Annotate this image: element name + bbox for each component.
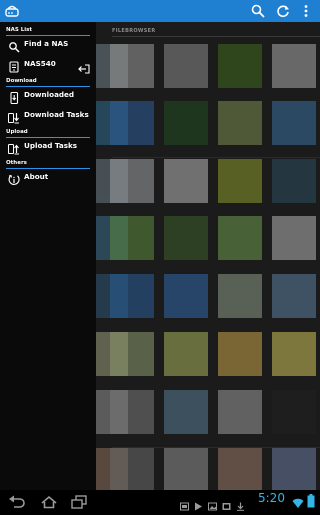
action-bar — [0, 0, 320, 22]
section-header-download: Download — [6, 78, 37, 84]
storage-icon — [180, 496, 189, 511]
gallery-icon — [208, 496, 217, 511]
thumbnail — [164, 332, 208, 376]
image-icon — [222, 496, 231, 510]
thumbnail — [164, 274, 208, 318]
thumbnail — [218, 159, 262, 203]
thumbnail — [272, 101, 316, 145]
download-tasks-icon — [8, 109, 20, 124]
thumbnail — [164, 390, 208, 434]
play-icon — [194, 496, 203, 511]
thumbnail — [110, 159, 154, 203]
divider — [112, 157, 320, 158]
thumbnail — [218, 448, 262, 490]
thumbnail — [110, 390, 154, 434]
search-icon[interactable] — [250, 3, 266, 19]
thumbnail — [164, 216, 208, 260]
navigation-drawer: NAS List Find a NAS NAS540 Download Down… — [0, 22, 96, 490]
file-browser-grid: FILEBROWSER — [96, 22, 320, 490]
app-logo-icon[interactable] — [4, 3, 20, 19]
back-icon[interactable] — [8, 494, 26, 508]
drawer-item-about[interactable]: About — [0, 169, 96, 185]
battery-icon — [307, 493, 315, 508]
thumbnail — [272, 159, 316, 203]
thumbnail — [110, 448, 154, 490]
nas-device-icon — [8, 58, 20, 73]
divider — [112, 36, 320, 37]
thumbnail — [272, 274, 316, 318]
thumbnail — [110, 274, 154, 318]
upload-tasks-icon — [8, 140, 20, 155]
thumbnail — [218, 390, 262, 434]
search-icon — [8, 38, 20, 53]
thumbnail — [164, 101, 208, 145]
wifi-icon — [292, 494, 304, 508]
thumbnail — [110, 44, 154, 88]
thumbnail — [164, 44, 208, 88]
thumbnail — [110, 101, 154, 145]
thumbnail — [272, 390, 316, 434]
system-bar: 5:20 — [0, 490, 320, 512]
thumbnail — [164, 448, 208, 490]
drawer-item-download-tasks[interactable]: Download Tasks — [0, 107, 96, 124]
phone-download-icon — [8, 89, 20, 105]
drawer-item-label: Find a NAS — [24, 39, 69, 48]
recent-apps-icon[interactable] — [70, 494, 88, 509]
thumbnail — [218, 216, 262, 260]
drawer-item-upload-tasks[interactable]: Upload Tasks — [0, 138, 96, 155]
thumbnail — [272, 332, 316, 376]
thumbnail — [218, 274, 262, 318]
about-icon — [8, 171, 20, 185]
drawer-item-nas540[interactable]: NAS540 — [0, 56, 96, 74]
section-header-nas-list: NAS List — [6, 27, 33, 33]
drawer-item-label: Upload Tasks — [24, 141, 78, 150]
section-header-upload: Upload — [6, 129, 28, 135]
more-options-icon[interactable] — [298, 3, 314, 19]
section-header-others: Others — [6, 160, 27, 166]
file-browser-title: FILEBROWSER — [112, 28, 156, 34]
thumbnail — [218, 44, 262, 88]
drawer-item-find-a-nas[interactable]: Find a NAS — [0, 36, 96, 53]
drawer-item-label: Download Tasks — [24, 110, 89, 119]
download-icon — [236, 496, 245, 511]
home-icon[interactable] — [40, 494, 58, 509]
drawer-item-downloaded[interactable]: Downloaded — [0, 87, 96, 105]
thumbnail — [218, 101, 262, 145]
drawer-item-label: NAS540 — [24, 59, 56, 68]
thumbnail — [110, 332, 154, 376]
drawer-item-label: Downloaded — [24, 90, 75, 99]
thumbnail — [164, 159, 208, 203]
thumbnail — [272, 448, 316, 490]
thumbnail — [272, 44, 316, 88]
drawer-item-label: About — [24, 172, 49, 181]
refresh-icon[interactable] — [275, 3, 291, 19]
thumbnail — [272, 216, 316, 260]
clock: 5:20 — [258, 491, 285, 505]
thumbnail — [218, 332, 262, 376]
thumbnail — [110, 216, 154, 260]
logout-icon[interactable] — [78, 59, 90, 74]
